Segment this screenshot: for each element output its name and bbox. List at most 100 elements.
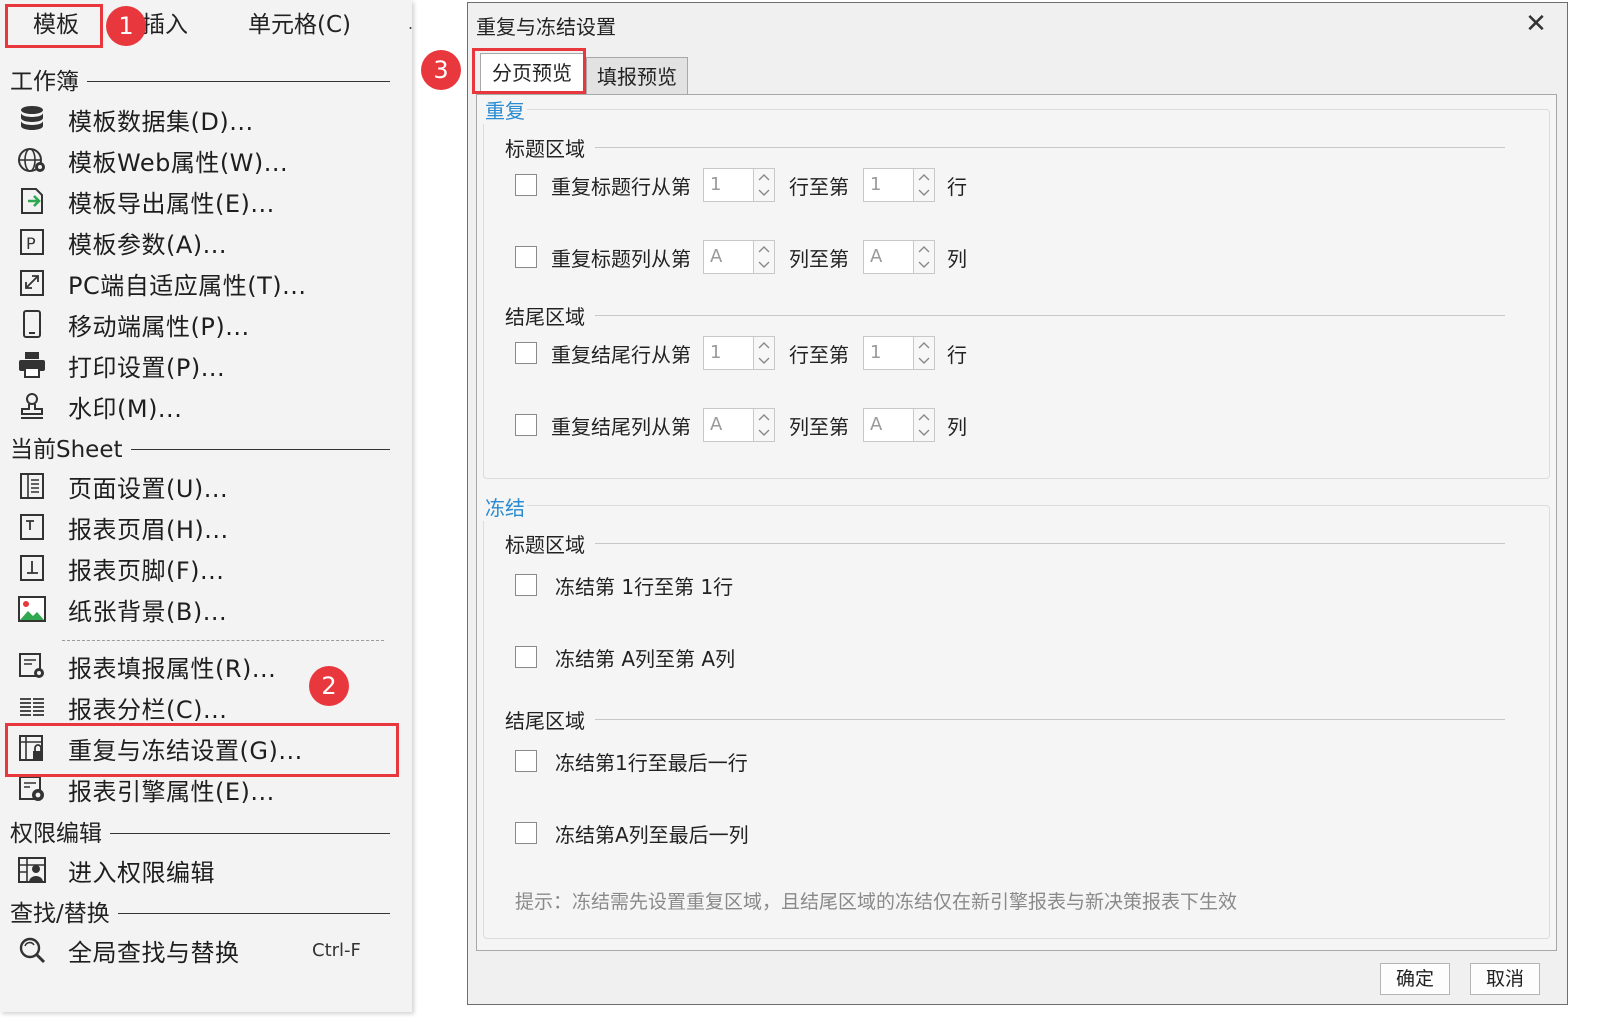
repeat-title-rows-from-spinner[interactable]: 1 xyxy=(703,168,775,202)
menu-item-report-footer[interactable]: 报表页脚(F)... xyxy=(0,547,412,589)
image-icon xyxy=(16,594,48,624)
repeat-footer-rows-to-spinner[interactable]: 1 xyxy=(863,336,935,370)
row-label: 重复标题列从第 xyxy=(551,246,691,271)
spinner-up-icon[interactable] xyxy=(914,169,934,185)
repeat-title-rows-to-spinner[interactable]: 1 xyxy=(863,168,935,202)
menu-item-label: 报表分栏(C)... xyxy=(68,695,228,724)
repeat-title-area-heading: 标题区域 xyxy=(505,133,1505,162)
menu-item-report-header[interactable]: 报表页眉(H)... xyxy=(0,506,412,548)
header-icon xyxy=(16,512,48,542)
menu-item-export-properties[interactable]: 模板导出属性(E)... xyxy=(0,180,412,222)
menu-item-fill-properties[interactable]: 报表填报属性(R)... xyxy=(0,645,412,687)
repeat-title-cols-checkbox[interactable] xyxy=(515,246,537,268)
menu-item-pc-adaptive[interactable]: PC端自适应属性(T)... xyxy=(0,262,412,304)
freeze-title-rows-checkbox[interactable] xyxy=(515,574,537,596)
freeze-footer-cols-checkbox[interactable] xyxy=(515,822,537,844)
template-menu-panel: 模板 插入 单元格(C) . 工作簿 当前Sheet 权限编辑 查找/替换 模板… xyxy=(0,0,413,1012)
export-icon xyxy=(16,186,48,216)
menu-item-watermark[interactable]: 水印(M)... xyxy=(0,385,412,427)
repeat-title-cols-from-spinner[interactable]: A xyxy=(703,240,775,274)
menubar-insert[interactable]: 插入 xyxy=(142,0,188,50)
tab-page-preview[interactable]: 分页预览 xyxy=(480,53,584,95)
spinner-down-icon[interactable] xyxy=(914,257,934,273)
freeze-footer-rows-checkbox[interactable] xyxy=(515,750,537,772)
repeat-footer-cols-checkbox[interactable] xyxy=(515,414,537,436)
footer-icon xyxy=(16,553,48,583)
spinner-value[interactable]: 1 xyxy=(863,168,913,202)
spinner-down-icon[interactable] xyxy=(914,353,934,369)
spinner-value[interactable]: A xyxy=(863,408,913,442)
freeze-title-area-heading: 标题区域 xyxy=(505,529,1505,558)
menu-item-dataset[interactable]: 模板数据集(D)... xyxy=(0,98,412,140)
menu-item-label: 纸张背景(B)... xyxy=(68,597,228,626)
repeat-footer-cols-from-spinner[interactable]: A xyxy=(703,408,775,442)
row-label: 重复结尾列从第 xyxy=(551,414,691,439)
freeze-title-cols-checkbox[interactable] xyxy=(515,646,537,668)
menu-item-page-setup[interactable]: 页面设置(U)... xyxy=(0,465,412,507)
spinner-value[interactable]: 1 xyxy=(703,168,753,202)
spinner-up-icon[interactable] xyxy=(914,337,934,353)
menu-item-label: 模板Web属性(W)... xyxy=(68,148,289,177)
spinner-up-icon[interactable] xyxy=(754,169,774,185)
menu-item-label: 水印(M)... xyxy=(68,394,183,423)
spinner-value[interactable]: 1 xyxy=(863,336,913,370)
menu-item-repeat-freeze[interactable]: 重复与冻结设置(G)... xyxy=(0,727,412,769)
row-mid-label: 行至第 xyxy=(789,174,849,199)
repeat-title-rows-checkbox[interactable] xyxy=(515,174,537,196)
spinner-up-icon[interactable] xyxy=(754,409,774,425)
spinner-up-icon[interactable] xyxy=(914,409,934,425)
repeat-footer-rows-from-spinner[interactable]: 1 xyxy=(703,336,775,370)
section-current-sheet: 当前Sheet xyxy=(10,428,390,466)
subheading-label: 标题区域 xyxy=(505,533,585,557)
database-icon xyxy=(16,104,48,134)
freeze-footer-cols-row: 冻结第A列至最后一列 xyxy=(515,815,749,851)
menu-item-template-parameters[interactable]: P 模板参数(A)... xyxy=(0,221,412,263)
spinner-down-icon[interactable] xyxy=(754,185,774,201)
menu-item-web-properties[interactable]: 模板Web属性(W)... xyxy=(0,139,412,181)
menu-item-paper-background[interactable]: 纸张背景(B)... xyxy=(0,588,412,630)
engine-settings-icon xyxy=(16,774,48,804)
repeat-footer-cols-to-spinner[interactable]: A xyxy=(863,408,935,442)
repeat-title-rows-row: 重复标题行从第 1 行至第 1 行 xyxy=(515,167,967,203)
freeze-footer-rows-row: 冻结第1行至最后一行 xyxy=(515,743,748,779)
close-button[interactable]: ✕ xyxy=(1519,7,1553,41)
row-label: 重复标题行从第 xyxy=(551,174,691,199)
globe-gear-icon xyxy=(16,145,48,175)
menu-item-permission-edit[interactable]: 进入权限编辑 xyxy=(0,849,412,891)
spinner-up-icon[interactable] xyxy=(914,241,934,257)
repeat-title-cols-to-spinner[interactable]: A xyxy=(863,240,935,274)
spinner-down-icon[interactable] xyxy=(754,353,774,369)
menu-item-find-replace[interactable]: 全局查找与替换 Ctrl-F xyxy=(0,929,412,971)
step-badge-2: 2 xyxy=(309,666,349,706)
repeat-footer-rows-row: 重复结尾行从第 1 行至第 1 行 xyxy=(515,335,967,371)
menubar: 模板 插入 单元格(C) . xyxy=(0,0,413,50)
spinner-up-icon[interactable] xyxy=(754,241,774,257)
spinner-value[interactable]: A xyxy=(703,240,753,274)
section-find-replace: 查找/替换 xyxy=(10,892,390,930)
spinner-down-icon[interactable] xyxy=(754,257,774,273)
section-label: 工作簿 xyxy=(10,69,79,95)
cancel-button[interactable]: 取消 xyxy=(1470,963,1540,995)
menu-item-print-settings[interactable]: 打印设置(P)... xyxy=(0,344,412,386)
spinner-value[interactable]: A xyxy=(863,240,913,274)
repeat-footer-rows-checkbox[interactable] xyxy=(515,342,537,364)
spinner-up-icon[interactable] xyxy=(754,337,774,353)
menu-item-engine-properties[interactable]: 报表引擎属性(E)... xyxy=(0,768,412,810)
menu-separator xyxy=(62,640,384,641)
menubar-cell[interactable]: 单元格(C) xyxy=(248,0,351,50)
spinner-value[interactable]: A xyxy=(703,408,753,442)
spinner-down-icon[interactable] xyxy=(754,425,774,441)
menu-item-report-columns[interactable]: 报表分栏(C)... xyxy=(0,686,412,728)
spinner-down-icon[interactable] xyxy=(914,185,934,201)
section-label: 当前Sheet xyxy=(10,437,123,463)
spinner-value[interactable]: 1 xyxy=(703,336,753,370)
subheading-label: 结尾区域 xyxy=(505,305,585,329)
menu-item-label: PC端自适应属性(T)... xyxy=(68,271,307,300)
parameter-icon: P xyxy=(16,227,48,257)
menu-item-mobile-properties[interactable]: 移动端属性(P)... xyxy=(0,303,412,345)
ok-button[interactable]: 确定 xyxy=(1380,963,1450,995)
spinner-down-icon[interactable] xyxy=(914,425,934,441)
tab-fill-preview[interactable]: 填报预览 xyxy=(586,57,688,95)
row-mid-label: 列至第 xyxy=(789,246,849,271)
menubar-template[interactable]: 模板 xyxy=(8,0,104,50)
